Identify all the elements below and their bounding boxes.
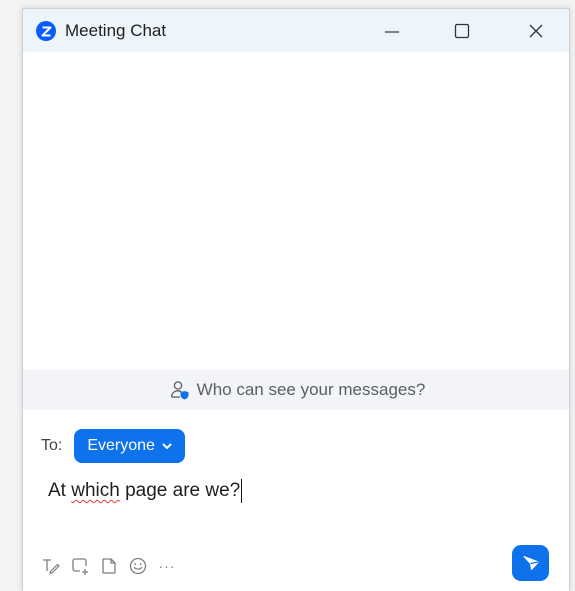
file-button[interactable]: [99, 555, 119, 577]
visibility-text: Who can see your messages?: [196, 380, 426, 399]
emoji-button[interactable]: [128, 555, 148, 577]
title-bar[interactable]: Meeting Chat: [23, 9, 569, 52]
format-button[interactable]: [41, 555, 61, 577]
minimize-icon: [385, 30, 399, 33]
to-label: To:: [41, 437, 63, 454]
minimize-button[interactable]: [368, 9, 416, 52]
maximize-button[interactable]: [438, 9, 486, 52]
more-icon: ···: [158, 558, 176, 574]
close-icon: [529, 24, 543, 37]
visibility-info-link[interactable]: Who can see your messages?: [23, 370, 569, 410]
text-caret: [241, 479, 243, 503]
meeting-chat-window: Meeting Chat Who can see your messages? …: [22, 8, 570, 591]
recipient-value: Everyone: [87, 437, 155, 454]
zoom-logo-icon: [36, 21, 56, 41]
chat-messages-area[interactable]: [23, 52, 569, 370]
maximize-icon: [454, 23, 470, 38]
compose-toolbar: ···: [41, 555, 177, 577]
message-input[interactable]: At which page are we?: [48, 477, 243, 505]
recipient-dropdown[interactable]: Everyone: [74, 429, 185, 463]
person-shield-icon: [169, 379, 191, 401]
send-button[interactable]: [512, 545, 549, 581]
screenshot-icon: [72, 558, 88, 575]
file-icon: [102, 558, 116, 574]
message-text-part: page are we?: [119, 480, 241, 501]
message-text-part: At: [48, 480, 72, 501]
window-title: Meeting Chat: [65, 21, 167, 40]
close-button[interactable]: [512, 9, 560, 52]
emoji-icon: [129, 557, 147, 575]
misspelled-word: which: [71, 480, 120, 501]
send-icon: [523, 556, 539, 570]
chevron-down-icon: [161, 440, 173, 452]
screenshot-button[interactable]: [70, 555, 90, 577]
recipient-row: To: Everyone: [41, 429, 185, 463]
format-icon: [43, 559, 60, 575]
more-options-button[interactable]: ···: [157, 555, 177, 577]
